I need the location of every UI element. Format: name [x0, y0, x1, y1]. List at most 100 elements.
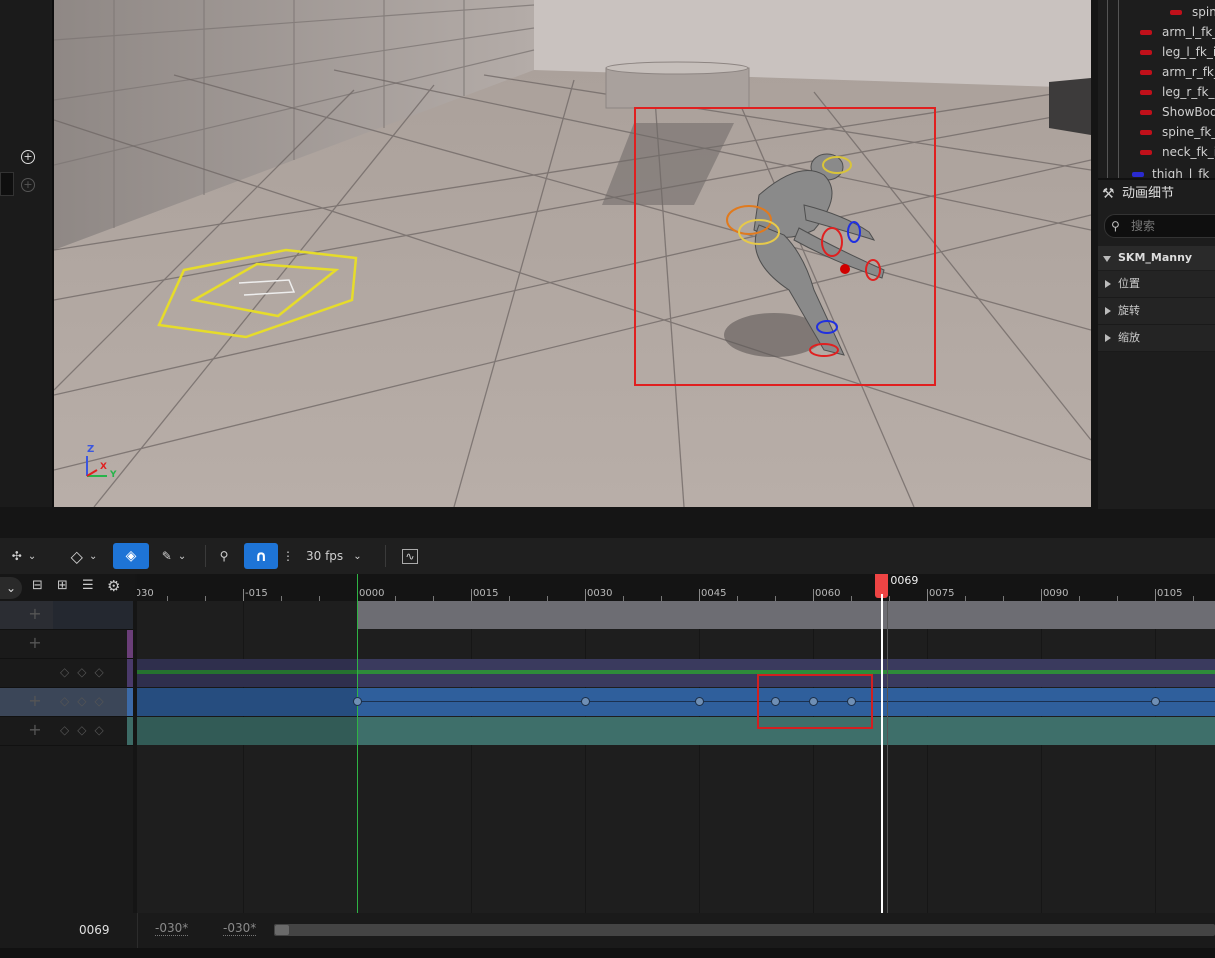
bone-icon [1140, 110, 1152, 115]
property-label: 位置 [1118, 277, 1140, 290]
bottom-edge [0, 948, 1215, 958]
location-pin-icon: ⚲ [219, 549, 229, 563]
ruler-tick-label: 0045 [701, 588, 727, 599]
ruler-tick-label: 0075 [929, 588, 955, 599]
details-search-input[interactable]: ⚲ 搜索 [1104, 214, 1215, 238]
add-track-icon[interactable]: + [26, 692, 44, 710]
outliner-item[interactable]: neck_fk_i [1098, 142, 1215, 162]
fps-dropdown[interactable]: 30 fps ⌄ [306, 543, 368, 569]
property-row-scale[interactable]: 缩放 [1098, 325, 1215, 352]
ruler-major-tick [699, 589, 700, 601]
property-row-rotation[interactable]: 旋转 [1098, 298, 1215, 325]
track-row-header-selected[interactable]: + ◇◇◇ [0, 688, 133, 717]
add-track-icon[interactable]: + [26, 605, 44, 623]
view-start-field[interactable]: -030* [155, 921, 189, 936]
bone-icon [1140, 90, 1152, 95]
transform-tools-dropdown[interactable]: ✣ ⌄ [4, 543, 44, 569]
add-track-icon[interactable]: + [26, 721, 44, 739]
ruler-major-tick [471, 589, 472, 601]
track-area[interactable] [137, 601, 1215, 913]
outliner-item[interactable]: ShowBod [1098, 102, 1215, 122]
ruler-tick-label: 0105 [1157, 588, 1183, 599]
key-type-dropdown[interactable]: ◇ ⌄ [64, 543, 104, 569]
search-placeholder: 搜索 [1131, 219, 1156, 233]
keyframe-selection-box [757, 674, 873, 729]
more-vertical-icon: ⋮ [282, 549, 294, 563]
ruler-major-tick [243, 589, 244, 601]
add-circle-icon-disabled: + [21, 178, 35, 192]
keyframe[interactable] [353, 697, 362, 706]
pencil-icon: ✎ [161, 549, 172, 563]
chevron-down-icon: ⌄ [27, 550, 37, 562]
outliner-item[interactable]: spine_fk_ [1098, 122, 1215, 142]
outliner-item-label: thigh_l_fk_ [1152, 167, 1215, 178]
timeline-scrollbar[interactable] [274, 924, 1215, 936]
track-row-header[interactable]: + [0, 630, 133, 659]
viewport[interactable]: Z X Y [54, 0, 1091, 507]
add-circle-icon[interactable]: + [21, 150, 35, 164]
collapse-arrow-icon [1103, 256, 1111, 262]
outliner-item[interactable]: leg_r_fk_i [1098, 82, 1215, 102]
viewport-scene [54, 0, 1091, 507]
track-row-header[interactable]: ◇◇◇ [0, 659, 133, 688]
section-track-bar[interactable] [357, 601, 1215, 629]
property-label: 旋转 [1118, 304, 1140, 317]
details-section-header[interactable]: SKM_Manny [1098, 246, 1215, 270]
snap-options-button[interactable]: ⋮ [282, 543, 294, 569]
filter-dropdown[interactable]: ⌄ [0, 577, 22, 599]
outliner-item-label: neck_fk_i [1162, 145, 1215, 159]
ruler-major-tick [585, 589, 586, 601]
playhead-line[interactable] [881, 601, 884, 913]
expand-tracks-icon[interactable]: ⊞ [57, 578, 68, 593]
collapse-tracks-icon[interactable]: ⊟ [32, 578, 43, 593]
magnet-icon: ∩ [254, 547, 268, 565]
outliner-item[interactable]: spin [1098, 2, 1215, 22]
outliner-item-label: spin [1192, 5, 1215, 19]
playhead-shadow-line [887, 601, 889, 913]
key-nav-icons[interactable]: ◇◇◇ [60, 665, 112, 679]
list-icon[interactable]: ☰ [82, 578, 94, 593]
outliner-item[interactable]: arm_l_fk_ [1098, 22, 1215, 42]
keyframe[interactable] [1151, 697, 1160, 706]
grid-line [585, 601, 586, 913]
outliner-item[interactable]: thigh_l_fk_ [1098, 164, 1215, 178]
current-frame-field[interactable]: 0069 [79, 923, 110, 937]
auto-key-button[interactable]: ◈ [113, 543, 149, 569]
snap-button[interactable]: ∩ [244, 543, 278, 569]
key-nav-icons[interactable]: ◇◇◇ [60, 723, 112, 737]
track-row-header[interactable]: + ◇◇◇ [0, 717, 133, 746]
grid-line [927, 601, 928, 913]
scrollbar-handle[interactable] [275, 925, 289, 935]
sequencer-toolbar: ✣ ⌄ ◇ ⌄ ◈ ✎ ⌄ ⚲ ∩ ⋮ 30 fps ⌄ ∿ [0, 538, 1215, 574]
outliner-item[interactable]: leg_l_fk_i [1098, 42, 1215, 62]
fps-label: 30 fps [306, 549, 344, 563]
add-track-icon[interactable]: + [26, 634, 44, 652]
keyframe[interactable] [581, 697, 590, 706]
track-header-fill [53, 601, 133, 629]
ruler-tick-label: 0090 [1043, 588, 1069, 599]
marker-button[interactable]: ⚲ [213, 543, 235, 569]
edit-tools-dropdown[interactable]: ✎ ⌄ [154, 543, 194, 569]
search-icon: ⚲ [1111, 219, 1120, 233]
hammer-icon: ⚒ [1102, 186, 1115, 202]
ruler-major-tick [1155, 589, 1156, 601]
key-nav-icons[interactable]: ◇◇◇ [60, 694, 112, 708]
track-row-header[interactable]: + [0, 601, 133, 630]
curve-editor-button[interactable]: ∿ [399, 543, 421, 569]
chevron-down-icon: ⌄ [88, 550, 98, 562]
gear-icon[interactable]: ⚙ [107, 577, 120, 595]
ruler-tick-label: -030 [137, 588, 154, 599]
outliner-item[interactable]: arm_r_fk_ [1098, 62, 1215, 82]
property-row-location[interactable]: 位置 [1098, 271, 1215, 298]
keyframe[interactable] [695, 697, 704, 706]
chevron-down-icon: ⌄ [5, 581, 17, 595]
track-color-strip [127, 717, 133, 745]
view-end-field[interactable]: -030* [223, 921, 257, 936]
grid-line [243, 601, 244, 913]
timeline-ruler[interactable]: -030 -015 0000 0015 0030 0045 0060 0075 0090 0105… [137, 574, 1215, 601]
axis-y-label: Y [110, 470, 117, 480]
bone-icon [1170, 10, 1182, 15]
ruler-tick-label: -015 [245, 588, 268, 599]
toolbar-divider [205, 545, 206, 567]
left-panel-field[interactable] [0, 172, 14, 196]
